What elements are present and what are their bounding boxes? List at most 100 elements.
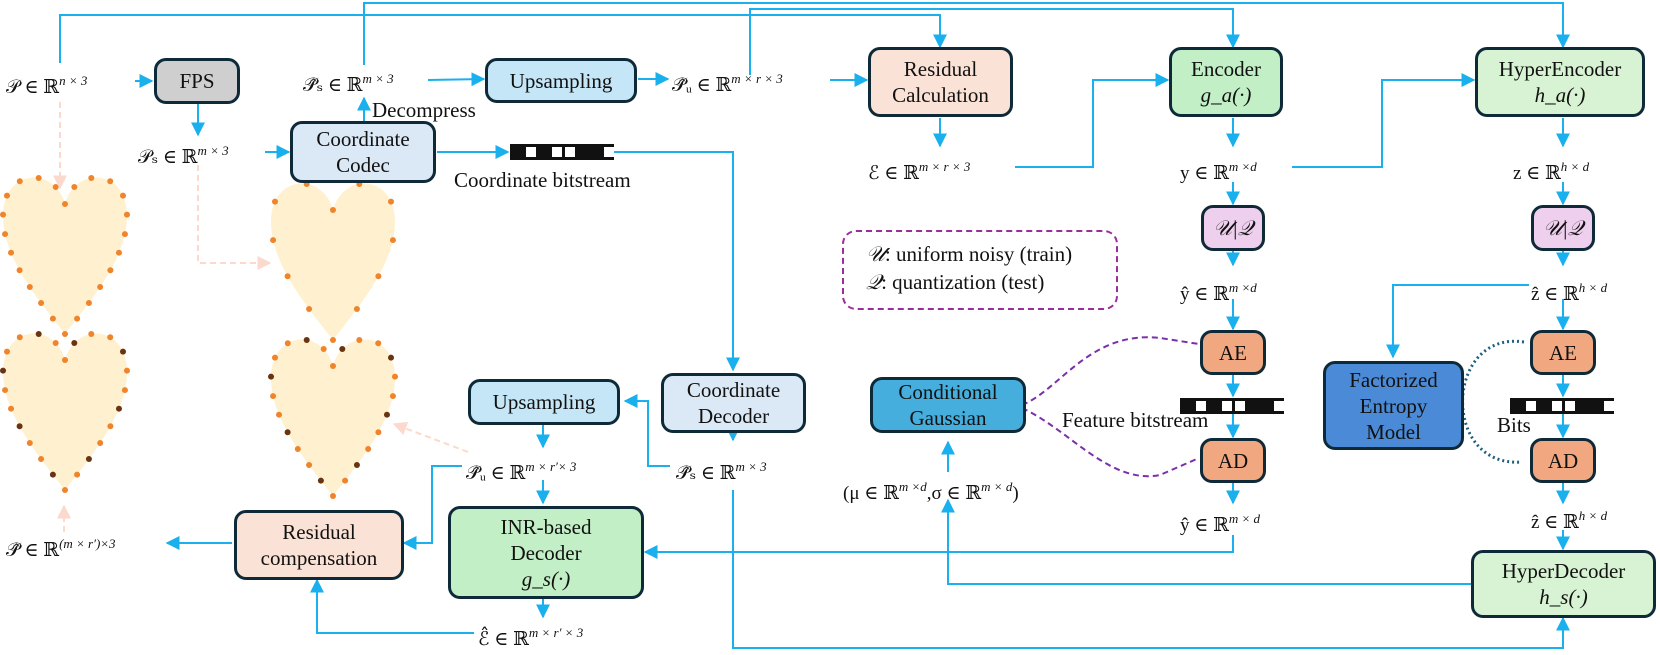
ad-main-label: AD (1217, 448, 1249, 473)
bit-cell (1196, 401, 1206, 411)
point-marker (353, 306, 360, 313)
bit-cell (526, 147, 536, 157)
hyper-decoder-function: h_s(·) (1539, 585, 1588, 609)
point-marker (52, 340, 59, 347)
bit-cell (1209, 401, 1219, 411)
point-marker (3, 192, 10, 199)
bit-cell (1552, 401, 1562, 411)
fps-node[interactable]: FPS (154, 58, 240, 104)
encoder-label: Encoder (1191, 57, 1261, 81)
point-marker (8, 405, 15, 412)
residual-calculation-label-2: Calculation (892, 83, 989, 107)
point-marker (284, 340, 291, 347)
label-hyper-z: z ∈ ℝh × d (1513, 159, 1590, 184)
point-marker (329, 492, 336, 499)
label-latent-y: y ∈ ℝm ×d (1180, 159, 1257, 184)
residual-compensation-label-2: compensation (260, 546, 378, 570)
label-residual-hat: ℰ̂ ∈ ℝm × r′ × 3 (478, 625, 584, 650)
point-marker (270, 393, 277, 400)
point-marker (88, 174, 95, 181)
residual-calculation-node[interactable]: Residual Calculation (868, 47, 1013, 117)
point-marker (71, 340, 78, 347)
point-marker (120, 348, 127, 355)
point-marker (284, 429, 291, 436)
bits-annotation: Bits (1497, 413, 1531, 437)
upsampling-bottom-label: Upsampling (492, 390, 596, 414)
factorized-label-3: Model (1366, 419, 1421, 444)
label-residual: ℰ ∈ ℝm × r × 3 (868, 159, 971, 184)
point-marker (339, 346, 346, 353)
arithmetic-decoder-hyper[interactable]: AD (1530, 438, 1596, 483)
point-marker (270, 237, 277, 244)
legend-line-quantization: 𝒬: quantization (test) (866, 270, 1045, 294)
inr-decoder-node[interactable]: INR-based Decoder g_s(·) (448, 506, 644, 599)
label-output-cloud: 𝒫̂ ∈ ℝ(m × r′)×3 (6, 536, 116, 561)
point-marker (303, 336, 310, 343)
point-marker (317, 477, 324, 484)
residual-calculation-label-1: Residual (903, 57, 978, 81)
coordinate-codec-node[interactable]: Coordinate Codec (290, 121, 436, 183)
heart-reconstructed (0, 330, 130, 493)
heart-upsampled (268, 336, 398, 499)
point-marker (276, 411, 283, 418)
point-marker (74, 315, 81, 322)
coordinate-decoder-node[interactable]: Coordinate Decoder (661, 373, 806, 433)
factorized-entropy-model-node[interactable]: Factorized Entropy Model (1323, 361, 1464, 450)
point-marker (107, 267, 114, 274)
cond-gaussian-to-ae-link (1021, 336, 1200, 406)
point-marker (121, 231, 128, 238)
point-marker (0, 367, 7, 374)
point-marker (38, 300, 45, 307)
point-marker (97, 439, 104, 446)
bit-cell (539, 147, 549, 157)
coordinate-bitstream-annotation: Coordinate bitstream (454, 168, 631, 192)
quantizer-main-label: 𝒰|𝒬 (1213, 216, 1253, 240)
point-marker (107, 178, 114, 185)
point-marker (16, 334, 23, 341)
factorized-label-1: Factorized (1349, 367, 1438, 392)
point-marker (74, 471, 81, 478)
quantizer-main-node[interactable]: 𝒰|𝒬 (1201, 205, 1265, 251)
arithmetic-encoder-main[interactable]: AE (1200, 330, 1266, 375)
point-marker (107, 334, 114, 341)
label-upsampled-top: 𝒫̂ᵤ ∈ ℝm × r × 3 (672, 71, 783, 96)
point-marker (49, 315, 56, 322)
hyper-decoder-label: HyperDecoder (1501, 559, 1626, 583)
point-marker (388, 198, 395, 205)
point-marker (375, 273, 382, 280)
hyper-encoder-label: HyperEncoder (1498, 57, 1622, 81)
feature-bitstream (1180, 398, 1284, 414)
point-marker (120, 192, 127, 199)
bit-cell (591, 147, 601, 157)
residual-compensation-node[interactable]: Residual compensation (234, 510, 404, 580)
point-marker (0, 211, 7, 218)
point-marker (389, 393, 396, 400)
point-marker (16, 178, 23, 185)
point-marker (388, 354, 395, 361)
point-marker (375, 340, 382, 347)
coordinate-codec-label-1: Coordinate (316, 127, 410, 151)
hyper-encoder-node[interactable]: HyperEncoder h_a(·) (1475, 47, 1645, 117)
quantizer-hyper-label: 𝒰|𝒬 (1543, 216, 1583, 240)
point-marker (330, 363, 336, 369)
upsampling-bottom-node[interactable]: Upsampling (468, 379, 620, 425)
hyper-decoder-node[interactable]: HyperDecoder h_s(·) (1471, 550, 1656, 618)
encoder-node[interactable]: Encoder g_a(·) (1169, 47, 1283, 117)
point-marker (16, 267, 23, 274)
bit-cell (1248, 401, 1258, 411)
hyper-encoder-function: h_a(·) (1534, 83, 1586, 107)
point-marker (391, 373, 398, 380)
decompress-annotation: Decompress (372, 98, 476, 122)
arithmetic-decoder-main[interactable]: AD (1200, 438, 1266, 483)
point-marker (121, 387, 128, 394)
point-marker (389, 237, 396, 244)
conditional-gaussian-node[interactable]: Conditional Gaussian (870, 377, 1026, 433)
point-marker (49, 471, 56, 478)
point-marker (3, 348, 10, 355)
arithmetic-encoder-hyper[interactable]: AE (1530, 330, 1596, 375)
conditional-gaussian-label-2: Gaussian (909, 406, 987, 430)
upsampling-top-node[interactable]: Upsampling (485, 58, 637, 103)
quantizer-hyper-node[interactable]: 𝒰|𝒬 (1531, 205, 1595, 251)
bit-cell (1565, 401, 1575, 411)
point-marker (97, 283, 104, 290)
